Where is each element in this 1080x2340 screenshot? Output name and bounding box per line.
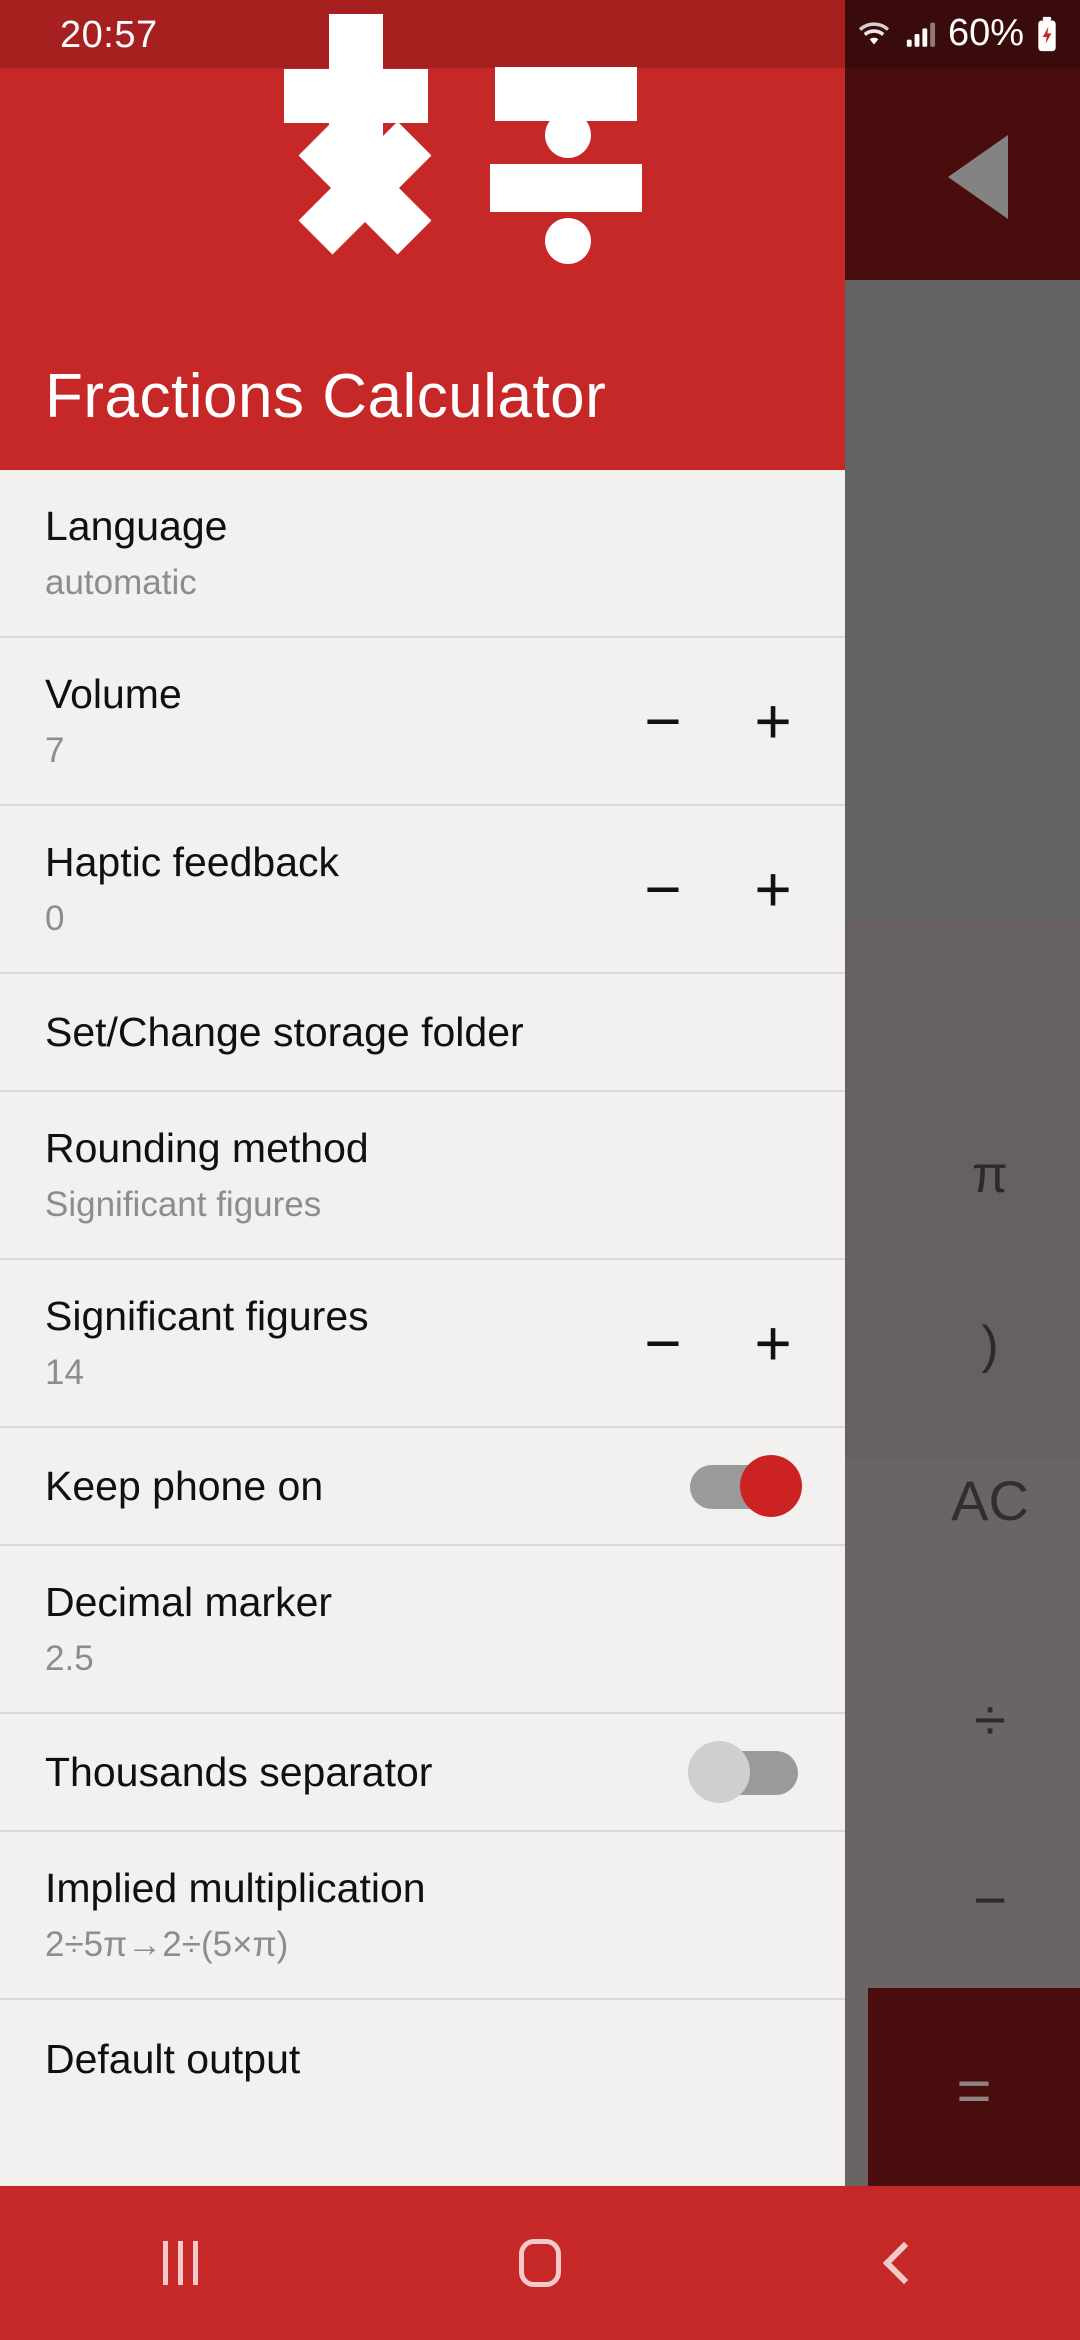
haptic-increment-button[interactable]: + xyxy=(746,857,800,921)
divide-icon-dot-bottom xyxy=(545,218,591,264)
settings-list: Language automatic Volume 7 − + Haptic f… xyxy=(0,470,845,2118)
setting-row-haptic-feedback[interactable]: Haptic feedback 0 − + xyxy=(0,806,845,974)
thousands-separator-toggle[interactable] xyxy=(688,1741,800,1803)
plus-icon-horizontal xyxy=(284,69,428,123)
home-button[interactable] xyxy=(440,2186,640,2340)
key-pi[interactable]: π xyxy=(900,1120,1080,1230)
setting-row-thousands-separator[interactable]: Thousands separator xyxy=(0,1714,845,1832)
recents-icon xyxy=(162,2241,198,2285)
setting-title: Decimal marker xyxy=(45,1579,333,1625)
divide-icon-dot-top xyxy=(545,112,591,158)
setting-row-language[interactable]: Language automatic xyxy=(0,470,845,638)
setting-value: 2.5 xyxy=(45,1639,94,1679)
setting-title: Rounding method xyxy=(45,1125,369,1171)
status-bar-indicators: 60% xyxy=(854,12,1060,55)
setting-title: Thousands separator xyxy=(45,1748,433,1795)
setting-row-implied-multiplication[interactable]: Implied multiplication 2÷5π→2÷(5×π) xyxy=(0,1832,845,2000)
setting-value: automatic xyxy=(45,563,197,603)
status-bar-clock: 20:57 xyxy=(60,14,158,56)
app-title: Fractions Calculator xyxy=(45,362,607,431)
setting-row-storage-folder[interactable]: Set/Change storage folder xyxy=(0,974,845,1092)
significant-figures-stepper: − + xyxy=(636,1311,800,1375)
back-button[interactable] xyxy=(800,2186,1000,2340)
toggle-thumb xyxy=(688,1741,750,1803)
sigfig-increment-button[interactable]: + xyxy=(746,1311,800,1375)
keep-phone-on-toggle[interactable] xyxy=(690,1455,802,1517)
volume-stepper: − + xyxy=(636,689,800,753)
key-right-paren[interactable]: ) xyxy=(900,1290,1080,1400)
app-logo xyxy=(275,4,642,294)
sigfig-decrement-button[interactable]: − xyxy=(636,1311,690,1375)
setting-title: Keep phone on xyxy=(45,1462,324,1509)
wifi-icon xyxy=(854,17,894,51)
key-all-clear[interactable]: AC xyxy=(900,1440,1080,1560)
setting-title: Language xyxy=(45,503,228,549)
setting-row-rounding-method[interactable]: Rounding method Significant figures xyxy=(0,1092,845,1260)
setting-row-significant-figures[interactable]: Significant figures 14 − + xyxy=(0,1260,845,1428)
volume-increment-button[interactable]: + xyxy=(746,689,800,753)
settings-navigation-drawer: Fractions Calculator Language automatic … xyxy=(0,0,845,2186)
home-icon xyxy=(519,2239,561,2287)
setting-row-default-output[interactable]: Default output xyxy=(0,2000,845,2118)
haptic-decrement-button[interactable]: − xyxy=(636,857,690,921)
recents-button[interactable] xyxy=(80,2186,280,2340)
setting-title: Default output xyxy=(45,2035,301,2082)
divide-icon-bar xyxy=(490,164,642,212)
haptic-stepper: − + xyxy=(636,857,800,921)
key-divide[interactable]: ÷ xyxy=(900,1660,1080,1780)
volume-decrement-button[interactable]: − xyxy=(636,689,690,753)
cellular-signal-icon xyxy=(904,17,938,51)
android-navigation-bar xyxy=(0,2186,1080,2340)
drawer-header: Fractions Calculator xyxy=(0,0,845,470)
setting-title: Implied multiplication xyxy=(45,1865,426,1911)
setting-value: 2÷5π→2÷(5×π) xyxy=(45,1925,289,1965)
setting-row-decimal-marker[interactable]: Decimal marker 2.5 xyxy=(0,1546,845,1714)
battery-percentage-label: 60% xyxy=(947,12,1024,54)
setting-row-keep-phone-on[interactable]: Keep phone on xyxy=(0,1428,845,1546)
key-minus[interactable]: − xyxy=(900,1840,1080,1960)
toggle-thumb xyxy=(740,1455,802,1517)
setting-value: Significant figures xyxy=(45,1185,322,1225)
back-icon xyxy=(882,2241,926,2285)
setting-row-volume[interactable]: Volume 7 − + xyxy=(0,638,845,806)
setting-title: Set/Change storage folder xyxy=(45,1008,524,1055)
battery-charging-icon xyxy=(1034,16,1060,52)
play-triangle-back-icon[interactable] xyxy=(948,135,1008,219)
